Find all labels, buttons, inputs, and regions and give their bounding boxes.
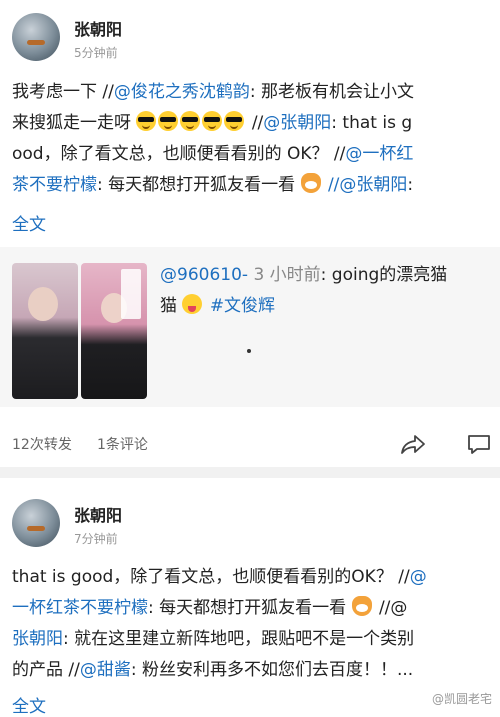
text-segment: : 就在这里建立新阵地吧，跟贴吧不是一个类别 (63, 629, 415, 649)
mention-link[interactable]: @张朝阳 (263, 113, 331, 133)
mention-link[interactable]: @甜酱 (80, 660, 131, 680)
hashtag-link[interactable]: #文俊辉 (210, 296, 275, 316)
text-segment: : 每天都想打开狐友看一看 (148, 598, 347, 618)
sunglasses-emoji-icon (180, 111, 201, 131)
post-body: 我考虑一下 //@俊花之秀沈鹤韵: 那老板有机会让小文 来搜狐走一走呀 //@张… (12, 82, 414, 195)
post-separator (0, 467, 500, 478)
text-segment: : 粉丝安利再多不如您们去百度！！... (130, 660, 414, 680)
comment-icon[interactable] (466, 433, 492, 455)
repost-count[interactable]: 12次转发 (12, 434, 72, 454)
watermark: @凯圆老宅 (431, 692, 492, 706)
post-time: 7分钟前 (74, 532, 118, 546)
mention-link[interactable]: 茶不要柠檬 (12, 175, 97, 195)
text-segment: 我考虑一下 // (12, 82, 114, 102)
comment-count[interactable]: 1条评论 (97, 434, 148, 454)
username[interactable]: 张朝阳 (74, 502, 122, 526)
user-avatar[interactable] (12, 499, 60, 547)
repost-card[interactable]: @960610- 3 小时前: going的漂亮猫 猫 #文俊辉 (0, 247, 500, 407)
sunglasses-emoji-icon (158, 111, 179, 131)
mention-link[interactable]: 张朝阳 (12, 629, 63, 649)
expand-full-text-link[interactable]: 全文 (12, 210, 46, 235)
text-segment: : 每天都想打开狐友看一看 (97, 175, 296, 195)
text-segment: //@ (378, 598, 408, 618)
repost-image-2[interactable] (81, 263, 147, 399)
repost-author-mention[interactable]: @960610- (160, 265, 248, 285)
username[interactable]: 张朝阳 (74, 16, 122, 40)
fox-emoji-icon (351, 596, 372, 616)
text-segment: : going的漂亮猫 (320, 265, 448, 285)
text-segment: 猫 (160, 296, 177, 316)
sunglasses-emoji-icon (224, 111, 245, 131)
sunglasses-emoji-icon (202, 111, 223, 131)
text-segment: 来搜狐走一走呀 (12, 113, 131, 133)
text-segment: : that is g (331, 113, 413, 133)
fox-emoji-icon (300, 173, 321, 193)
sunglasses-emoji-icon (136, 111, 157, 131)
text-segment: 的产品 // (12, 660, 80, 680)
tongue-out-emoji-icon (182, 294, 203, 314)
text-segment: : (407, 175, 414, 195)
mention-link[interactable]: 一杯红茶不要柠檬 (12, 598, 148, 618)
ellipsis-dot (247, 349, 251, 353)
text-segment: : 那老板有机会让小文 (249, 82, 414, 102)
mention-link[interactable]: @俊花之秀沈鹤韵 (114, 82, 250, 102)
mention-link[interactable]: @ (410, 567, 427, 587)
share-icon[interactable] (400, 433, 426, 455)
text-segment: ood，除了看文总，也顺便看看别的 OK？ // (12, 144, 346, 164)
user-avatar[interactable] (12, 13, 60, 61)
repost-image-1[interactable] (12, 263, 78, 399)
repost-time: 3 小时前 (253, 265, 321, 285)
mention-link[interactable]: @一杯红 (345, 144, 413, 164)
mention-link[interactable]: //@张朝阳 (328, 175, 407, 195)
expand-full-text-link[interactable]: 全文 (12, 692, 46, 717)
post-body: that is good，除了看文总，也顺便看看别的OK？ //@ 一杯红茶不要… (12, 562, 490, 686)
text-segment: that is good，除了看文总，也顺便看看别的OK？ // (12, 567, 410, 587)
post-time: 5分钟前 (74, 46, 118, 60)
repost-text: @960610- 3 小时前: going的漂亮猫 猫 #文俊辉 (160, 260, 490, 322)
